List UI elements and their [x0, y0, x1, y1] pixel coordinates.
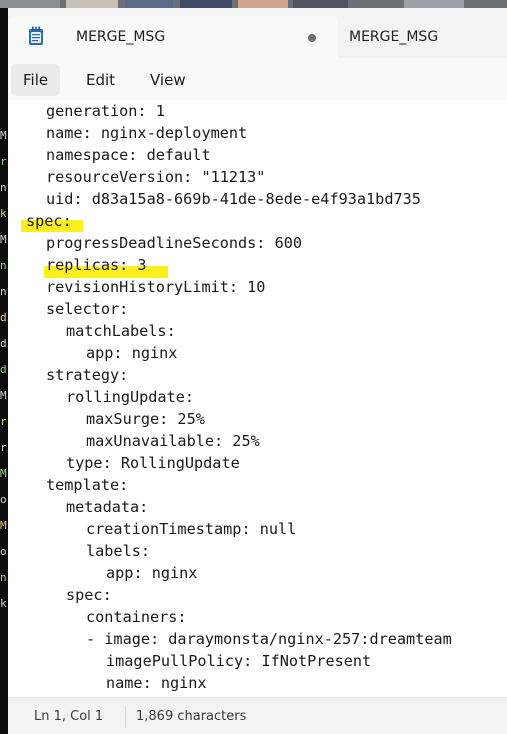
terminal-glyph: d	[0, 337, 7, 350]
text-line: containers:	[86, 608, 187, 626]
terminal-glyph: r	[0, 441, 7, 454]
terminal-glyph: r	[0, 155, 7, 168]
text-line: progressDeadlineSeconds: 600	[46, 234, 303, 252]
menu-file[interactable]: File	[11, 64, 61, 96]
text-line: maxSurge: 25%	[86, 410, 205, 428]
terminal-glyph: M	[0, 467, 7, 480]
text-line: strategy:	[46, 366, 129, 384]
text-line: spec:	[66, 586, 112, 604]
menu-edit[interactable]: Edit	[74, 64, 127, 96]
terminal-glyph: M	[0, 519, 7, 532]
menu-view[interactable]: View	[138, 64, 198, 96]
terminal-glyph: r	[0, 415, 7, 428]
character-count: 1,869 characters	[136, 709, 247, 724]
terminal-glyph: o	[0, 545, 7, 558]
text-line: app: nginx	[106, 564, 198, 582]
text-line: creationTimestamp: null	[86, 520, 297, 538]
text-line: name: nginx	[106, 674, 207, 692]
status-bar: Ln 1, Col 1 1,869 characters	[8, 697, 507, 734]
background-terminal: MrnkMnndddMrrMoMonk	[0, 8, 8, 734]
text-line: template:	[46, 476, 129, 494]
notepad-icon	[29, 26, 43, 45]
terminal-glyph: n	[0, 181, 7, 194]
tab-merge-msg-second[interactable]: MERGE_MSG	[349, 29, 438, 45]
terminal-glyph: M	[0, 233, 7, 246]
cursor-position[interactable]: Ln 1, Col 1	[34, 709, 103, 724]
unsaved-dot-icon	[308, 34, 316, 42]
text-line: revisionHistoryLimit: 10	[46, 278, 266, 296]
terminal-glyph: n	[0, 285, 7, 298]
tab-title: MERGE_MSG	[76, 29, 166, 45]
notepad-window: MERGE_MSG MERGE_MSG File Edit View gener…	[8, 8, 507, 734]
status-divider	[125, 706, 126, 728]
text-line: selector:	[46, 300, 129, 318]
text-line: app: nginx	[86, 344, 178, 362]
text-line: rollingUpdate:	[66, 388, 195, 406]
terminal-glyph: M	[0, 129, 7, 142]
terminal-glyph: d	[0, 363, 7, 376]
text-line: metadata:	[66, 498, 149, 516]
terminal-glyph: M	[0, 389, 7, 402]
terminal-glyph: o	[0, 493, 7, 506]
text-line: name: nginx-deployment	[46, 124, 248, 142]
terminal-glyph: n	[0, 571, 7, 584]
text-line: uid: d83a15a8-669b-41de-8ede-e4f93a1bd73…	[46, 190, 421, 208]
text-line: type: RollingUpdate	[66, 454, 240, 472]
desktop-background	[0, 0, 507, 8]
terminal-glyph: n	[0, 259, 7, 272]
text-line: labels:	[86, 542, 151, 560]
terminal-glyph: d	[0, 311, 7, 324]
terminal-glyph: k	[0, 207, 7, 220]
tab-bar: MERGE_MSG MERGE_MSG	[8, 8, 507, 58]
text-line: resourceVersion: "11213"	[46, 168, 266, 186]
text-line: imagePullPolicy: IfNotPresent	[106, 652, 372, 670]
text-editor[interactable]: generation: 1 name: nginx-deployment nam…	[8, 100, 507, 697]
text-line: - image: daraymonsta/nginx-257:dreamteam	[86, 630, 452, 648]
text-line: generation: 1	[46, 102, 165, 120]
terminal-glyph: k	[0, 597, 7, 610]
text-line: namespace: default	[46, 146, 211, 164]
text-line: maxUnavailable: 25%	[86, 432, 260, 450]
tab-merge-msg-active[interactable]	[8, 16, 338, 58]
text-line-highlighted: spec:	[26, 212, 72, 230]
text-line: matchLabels:	[66, 322, 176, 340]
menu-bar: File Edit View	[8, 58, 507, 100]
text-line-highlighted: replicas: 3	[46, 256, 147, 274]
